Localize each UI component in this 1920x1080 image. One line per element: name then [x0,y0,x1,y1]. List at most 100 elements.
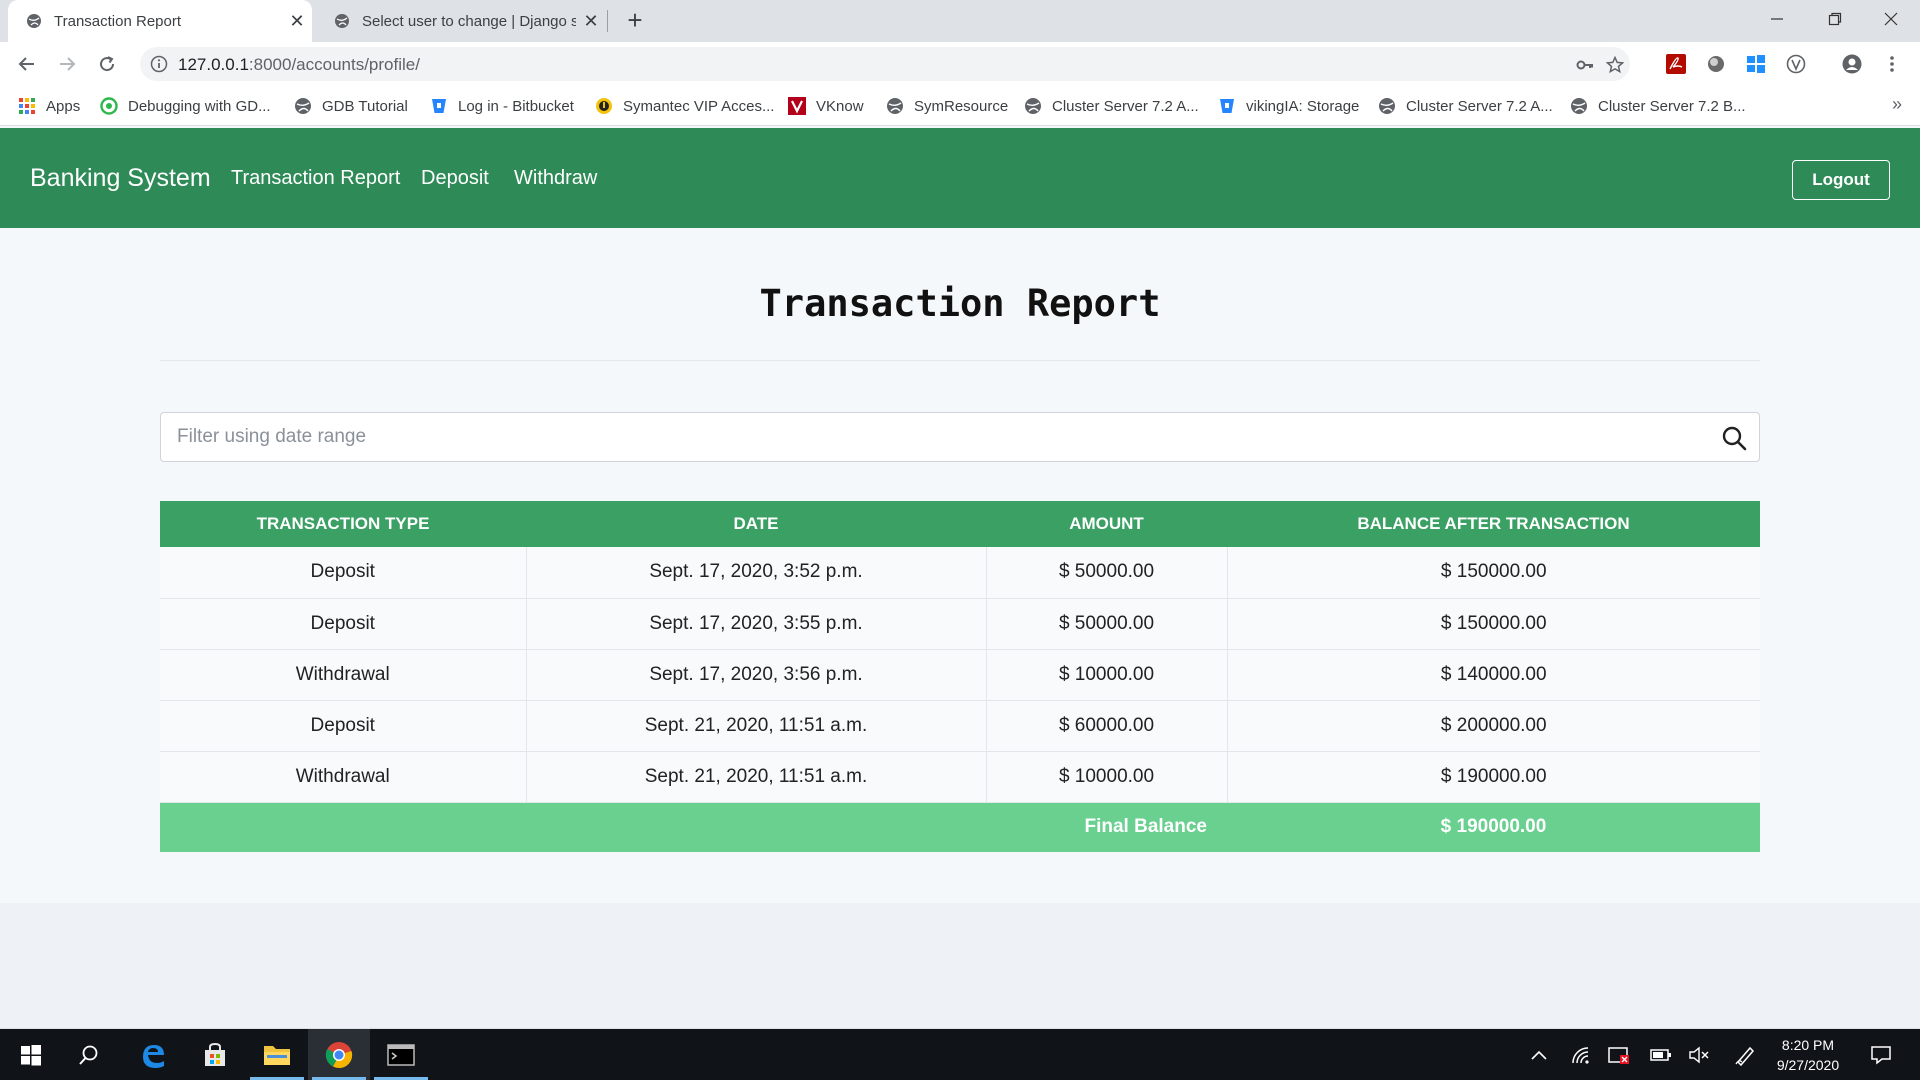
tab-separator [607,10,608,32]
logout-button[interactable]: Logout [1792,160,1890,200]
back-arrow-icon[interactable] [11,48,43,80]
info-icon[interactable] [150,55,168,73]
profile-avatar-icon[interactable] [1842,54,1862,74]
bookmark-apps[interactable]: Apps [18,86,80,126]
cell-balance: $ 190000.00 [1227,751,1760,803]
search-icon[interactable] [1721,425,1747,451]
window-close-icon[interactable] [1862,0,1920,38]
tab-transaction-report[interactable]: Transaction Report ✕ [8,0,312,42]
new-tab-plus-icon[interactable]: + [620,6,650,36]
windows-extension-icon[interactable] [1746,54,1766,74]
restore-icon[interactable] [1806,0,1864,38]
windows-taskbar: 8:20 PM 9/27/2020 [0,1029,1920,1080]
notifications-icon[interactable] [1864,1029,1898,1080]
bookmark-label: VKnow [816,97,864,115]
file-explorer-folder-icon[interactable] [246,1029,308,1080]
cell-type: Withdrawal [160,649,527,701]
bookmarks-bar: Apps Debugging with GD... GDB Tutorial L… [0,86,1920,126]
tab-close-icon[interactable]: ✕ [282,11,312,32]
cell-amount: $ 50000.00 [986,547,1228,599]
globe-icon [887,98,903,114]
security-alert-icon[interactable] [1604,1029,1634,1080]
tab-django-admin[interactable]: Select user to change | Django site admi… [316,0,606,42]
v-extension-icon[interactable] [1786,54,1806,74]
table-row: Deposit Sept. 21, 2020, 11:51 a.m. $ 600… [160,700,1760,752]
start-windows-icon[interactable] [0,1029,62,1080]
table-row: Withdrawal Sept. 21, 2020, 11:51 a.m. $ … [160,751,1760,803]
cell-balance: $ 150000.00 [1227,598,1760,650]
volume-muted-icon[interactable] [1684,1029,1714,1080]
apps-grid-icon [19,98,35,114]
column-header-amount: AMOUNT [986,501,1227,547]
kebab-menu-icon[interactable] [1882,54,1902,74]
nav-transaction-report[interactable]: Transaction Report [231,128,400,228]
tab-close-icon[interactable]: ✕ [576,11,606,32]
chrome-browser-icon[interactable] [308,1029,370,1080]
reload-icon[interactable] [91,48,123,80]
terminal-console-icon[interactable] [370,1029,432,1080]
bookmark-label: GDB Tutorial [322,97,408,115]
bookmark-gdb-tutorial[interactable]: GDB Tutorial [294,86,408,126]
bookmark-cluster-server-b[interactable]: Cluster Server 7.2 B... [1570,86,1746,126]
network-wifi-icon[interactable] [1566,1029,1596,1080]
globe-icon [295,98,311,114]
table-row: Withdrawal Sept. 17, 2020, 3:56 p.m. $ 1… [160,649,1760,701]
bookmark-cluster-server-a-2[interactable]: Cluster Server 7.2 A... [1378,86,1553,126]
star-bookmark-icon[interactable] [1606,56,1624,74]
bookmark-symantec-vip[interactable]: Symantec VIP Acces... [595,86,774,126]
browser-tab-strip: Transaction Report ✕ Select user to chan… [0,0,1920,42]
bookmark-label: Cluster Server 7.2 B... [1598,97,1746,115]
date-range-filter-input[interactable] [177,413,1677,461]
cell-balance: $ 150000.00 [1227,547,1760,599]
bookmark-label: Apps [46,97,81,115]
bookmark-vknow[interactable]: VKnow [788,86,864,126]
column-header-transaction-type: TRANSACTION TYPE [160,501,526,547]
table-header-row: TRANSACTION TYPE DATE AMOUNT BALANCE AFT… [160,501,1760,547]
globe-icon [1571,98,1587,114]
brand-logo-text[interactable]: Banking System [30,128,211,228]
green-circle-icon [100,97,118,115]
globe-icon [27,14,41,28]
symantec-icon [596,98,612,114]
vknow-icon [788,97,806,115]
bookmark-label: Log in - Bitbucket [458,97,574,115]
url-host: 127.0.0.1 [178,55,249,74]
tab-title: Select user to change | Django site admi… [362,12,576,30]
system-clock[interactable]: 8:20 PM 9/27/2020 [1768,1035,1848,1075]
edge-browser-icon[interactable] [122,1029,184,1080]
cell-type: Deposit [160,700,527,752]
bookmark-vikingia-storage[interactable]: vikingIA: Storage [1218,86,1359,126]
url-path: :8000/accounts/profile/ [248,55,420,74]
minimize-icon[interactable] [1748,0,1806,38]
bookmark-symresource[interactable]: SymResource [886,86,1008,126]
cell-date: Sept. 21, 2020, 11:51 a.m. [526,751,987,803]
bookmark-debugging-gdb[interactable]: Debugging with GD... [100,86,271,126]
forward-arrow-icon[interactable] [51,48,83,80]
globe-icon [335,14,349,28]
column-header-balance: BALANCE AFTER TRANSACTION [1227,501,1760,547]
globe-icon [1025,98,1041,114]
nav-deposit[interactable]: Deposit [421,128,489,228]
bookmark-label: Debugging with GD... [128,97,271,115]
bookmark-bitbucket-login[interactable]: Log in - Bitbucket [430,86,574,126]
bitbucket-icon [432,99,446,113]
key-icon[interactable] [1576,56,1594,74]
pen-workspace-icon[interactable] [1730,1029,1760,1080]
bookmark-cluster-server-a[interactable]: Cluster Server 7.2 A... [1024,86,1199,126]
taskbar-search-icon[interactable] [58,1029,120,1080]
cell-amount: $ 50000.00 [986,598,1228,650]
acrobat-extension-icon[interactable] [1666,54,1686,74]
bookmark-label: SymResource [914,97,1009,115]
battery-icon[interactable] [1646,1029,1676,1080]
bookmark-label: vikingIA: Storage [1246,97,1360,115]
cell-type: Withdrawal [160,751,527,803]
nav-withdraw[interactable]: Withdraw [514,128,597,228]
bookmarks-overflow-icon[interactable]: » [1892,94,1902,115]
transaction-table: TRANSACTION TYPE DATE AMOUNT BALANCE AFT… [160,501,1760,852]
title-divider [160,360,1760,361]
store-bag-icon[interactable] [184,1029,246,1080]
address-bar[interactable]: 127.0.0.1:8000/accounts/profile/ [140,47,1630,81]
cell-amount: $ 60000.00 [986,700,1228,752]
tray-chevron-up-icon[interactable] [1524,1029,1554,1080]
circle-extension-icon[interactable] [1706,54,1726,74]
